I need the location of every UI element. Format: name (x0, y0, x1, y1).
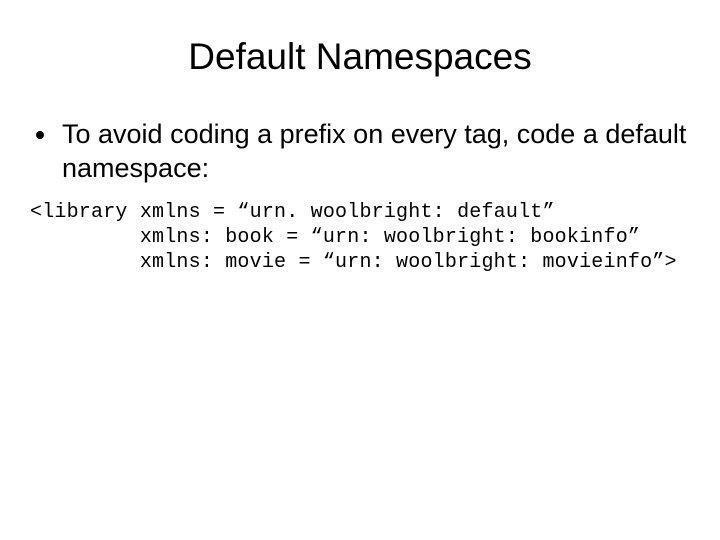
bullet-item: To avoid coding a prefix on every tag, c… (30, 118, 690, 186)
code-line: <library xmlns = “urn. woolbright: defau… (30, 201, 555, 224)
code-block: <library xmlns = “urn. woolbright: defau… (30, 200, 690, 275)
slide-title: Default Namespaces (30, 36, 690, 78)
bullet-dot-icon (36, 131, 44, 139)
bullet-text: To avoid coding a prefix on every tag, c… (62, 118, 690, 186)
code-line: xmlns: movie = “urn: woolbright: moviein… (30, 251, 677, 274)
code-line: xmlns: book = “urn: woolbright: bookinfo… (30, 226, 640, 249)
slide: Default Namespaces To avoid coding a pre… (0, 0, 720, 540)
